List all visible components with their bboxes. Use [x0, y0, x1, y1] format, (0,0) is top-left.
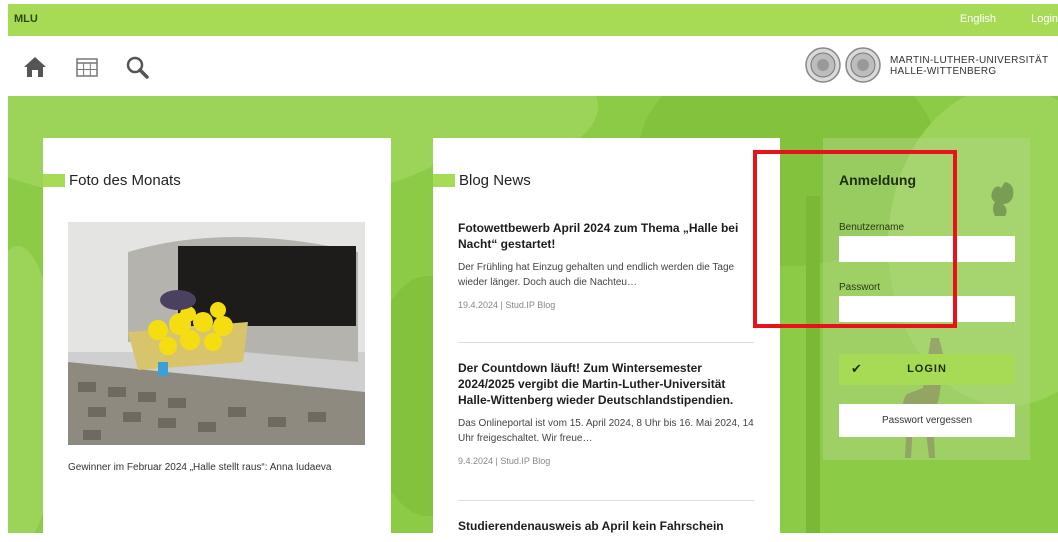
language-link[interactable]: English	[960, 13, 996, 25]
blog-post-excerpt: Das Onlineportal ist vom 15. April 2024,…	[458, 418, 754, 444]
university-seal-icon	[805, 47, 841, 83]
blog-post[interactable]: Studierendenausweis ab April kein Fahrsc…	[458, 518, 754, 542]
brand-label[interactable]: MLU	[14, 13, 38, 25]
university-name-line1: MARTIN-LUTHER-UNIVERSITÄT	[890, 55, 1049, 66]
section-accent-bar	[433, 174, 455, 187]
university-name[interactable]: MARTIN-LUTHER-UNIVERSITÄT HALLE-WITTENBE…	[890, 55, 1048, 77]
blog-post[interactable]: Der Countdown läuft! Zum Wintersemester …	[458, 360, 754, 466]
blog-post-title[interactable]: Studierendenausweis ab April kein Fahrsc…	[458, 518, 754, 534]
squirrel-icon	[991, 182, 1014, 216]
university-seal-icon	[845, 47, 881, 83]
university-name-line2: HALLE-WITTENBERG	[890, 66, 997, 77]
blog-post-meta: 9.4.2024 | Stud.IP Blog	[458, 456, 551, 466]
calendar-icon[interactable]	[74, 54, 100, 80]
top-bar: MLU English Login	[8, 4, 1058, 36]
blog-post-title[interactable]: Der Countdown läuft! Zum Wintersemester …	[458, 360, 754, 408]
nav-row: MARTIN-LUTHER-UNIVERSITÄT HALLE-WITTENBE…	[8, 36, 1058, 96]
photo-of-month-title: Foto des Monats	[69, 172, 181, 189]
blog-post-title[interactable]: Fotowettbewerb April 2024 zum Thema „Hal…	[458, 220, 754, 252]
home-icon[interactable]	[22, 54, 48, 80]
photo-of-month-image[interactable]	[68, 222, 365, 445]
top-login-link[interactable]: Login	[1031, 13, 1058, 25]
blog-post-excerpt: Der Frühling hat Einzug gehalten und end…	[458, 262, 735, 288]
login-button-label: LOGIN	[907, 363, 947, 375]
divider	[458, 342, 754, 343]
forgot-password-button[interactable]: Passwort vergessen	[839, 404, 1015, 437]
section-accent-bar	[43, 174, 65, 187]
divider	[458, 500, 754, 501]
blog-news-title: Blog News	[459, 172, 531, 189]
highlight-box	[753, 150, 957, 328]
search-icon[interactable]	[124, 54, 150, 80]
blog-news-card: Blog News Fotowettbewerb April 2024 zum …	[433, 138, 780, 533]
photo-caption: Gewinner im Februar 2024 „Halle stellt r…	[68, 462, 332, 473]
blog-post[interactable]: Fotowettbewerb April 2024 zum Thema „Hal…	[458, 220, 754, 310]
photo-of-month-card: Foto des Monats Gewinner im Februar 2024…	[43, 138, 391, 533]
blog-post-meta: 19.4.2024 | Stud.IP Blog	[458, 300, 556, 310]
login-button[interactable]: ✔ LOGIN	[839, 354, 1015, 385]
